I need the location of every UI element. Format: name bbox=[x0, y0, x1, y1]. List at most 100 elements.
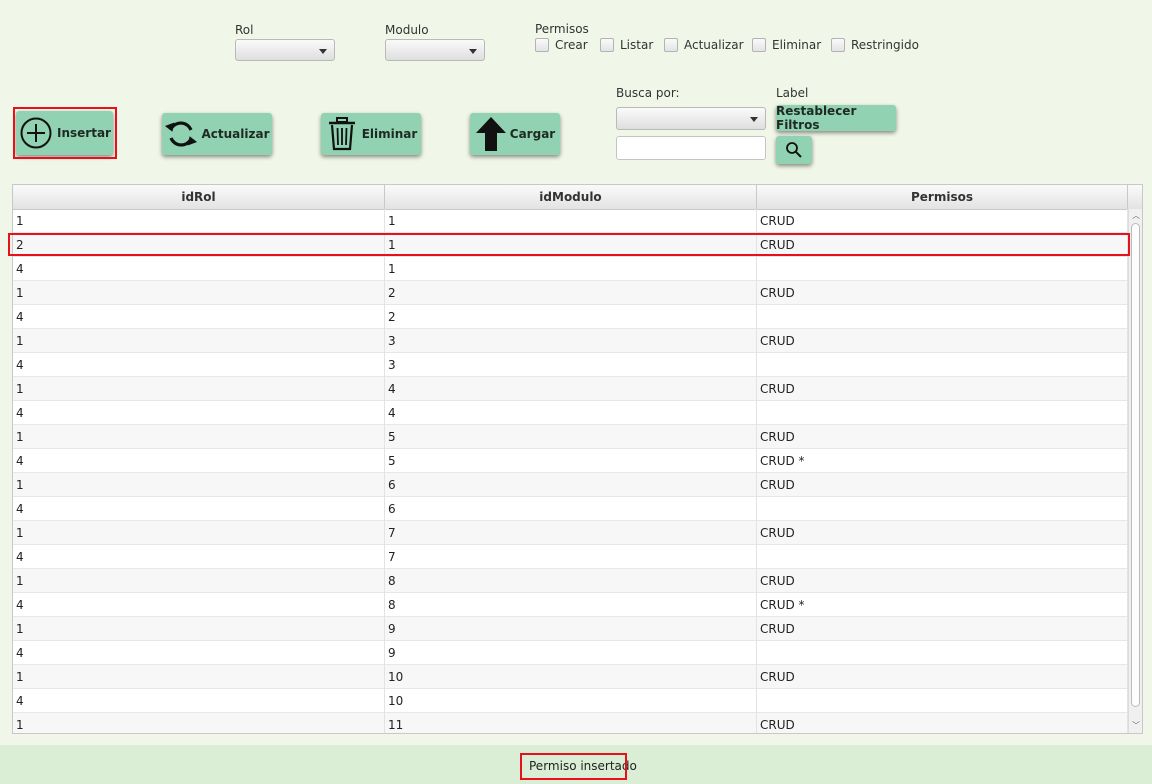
table-cell-idrol: 1 bbox=[13, 329, 385, 353]
restablecer-filtros-button[interactable]: Restablecer Filtros bbox=[776, 104, 896, 132]
actualizar-button[interactable]: Actualizar bbox=[162, 113, 272, 155]
table-cell-permisos: CRUD * bbox=[757, 593, 1128, 617]
table-row[interactable]: 4 8 CRUD * bbox=[13, 593, 1128, 617]
restablecer-label: Restablecer Filtros bbox=[776, 104, 857, 132]
table-cell-permisos bbox=[757, 497, 1128, 521]
table-cell-idmodulo: 7 bbox=[385, 521, 757, 545]
table-row[interactable]: 42 bbox=[13, 305, 1128, 329]
table-row[interactable]: 1 6 CRUD bbox=[13, 473, 1128, 497]
search-input[interactable] bbox=[616, 136, 766, 160]
table-cell-idmodulo: 1 bbox=[385, 209, 757, 233]
table-cell-permisos: CRUD bbox=[757, 713, 1128, 733]
table-cell-idmodulo: 4 bbox=[385, 377, 757, 401]
table-body: 1 1 CRUD 2 1 CRUD 4 1 1 2 CRUD 4 2 1 3 CRUD 4 3 1 4 CRUD 4 4 1 5… bbox=[13, 209, 1128, 733]
permiso-crear-checkbox[interactable]: Crear bbox=[535, 38, 588, 52]
table-row[interactable]: 1 5 CRUD bbox=[13, 425, 1128, 449]
table-row[interactable]: 1 2 CRUD bbox=[13, 281, 1128, 305]
table-cell-permisos bbox=[757, 257, 1128, 281]
table-cell-idmodulo: 1 bbox=[385, 257, 757, 281]
table-cell-permisos: CRUD bbox=[757, 617, 1128, 641]
table-row[interactable]: 41 bbox=[13, 257, 1128, 281]
insertar-label: Insertar bbox=[57, 126, 111, 140]
table-cell-idrol: 4 bbox=[13, 689, 385, 713]
column-header-idmodulo[interactable]: idModulo bbox=[385, 185, 757, 209]
busca-por-select[interactable] bbox=[616, 107, 766, 130]
modulo-label: Modulo bbox=[385, 23, 429, 37]
column-header-idrol[interactable]: idRol bbox=[13, 185, 385, 209]
scroll-up-icon[interactable]: ︿ bbox=[1132, 212, 1140, 220]
table-cell-idmodulo: 5 bbox=[385, 449, 757, 473]
checkbox-box[interactable] bbox=[752, 38, 766, 52]
table-row[interactable]: 1 7 CRUD bbox=[13, 521, 1128, 545]
table-cell-permisos bbox=[757, 545, 1128, 569]
table-row[interactable]: 4 5 CRUD * bbox=[13, 449, 1128, 473]
checkbox-label: Crear bbox=[555, 38, 588, 52]
search-button[interactable] bbox=[776, 136, 812, 164]
table-cell-idrol: 1 bbox=[13, 521, 385, 545]
rol-select[interactable] bbox=[235, 39, 335, 61]
table-cell-idmodulo: 7 bbox=[385, 545, 757, 569]
checkbox-box[interactable] bbox=[535, 38, 549, 52]
checkbox-label: Restringido bbox=[851, 38, 919, 52]
permisos-label: Permisos bbox=[535, 22, 589, 36]
plus-circle-icon bbox=[20, 117, 52, 149]
table-cell-idmodulo: 8 bbox=[385, 569, 757, 593]
status-bar: Permiso insertado bbox=[0, 745, 1152, 784]
column-header-permisos[interactable]: Permisos bbox=[757, 185, 1128, 209]
table-cell-idmodulo: 2 bbox=[385, 305, 757, 329]
table-cell-idrol: 4 bbox=[13, 497, 385, 521]
permiso-actualizar-checkbox[interactable]: Actualizar bbox=[664, 38, 744, 52]
table-cell-idrol: 4 bbox=[13, 257, 385, 281]
table-row[interactable]: 1 3 CRUD bbox=[13, 329, 1128, 353]
scroll-down-icon[interactable]: ﹀ bbox=[1132, 722, 1140, 730]
checkbox-box[interactable] bbox=[664, 38, 678, 52]
arrow-up-icon bbox=[475, 117, 506, 151]
table-row[interactable]: 1 10 CRUD bbox=[13, 665, 1128, 689]
table-cell-permisos bbox=[757, 305, 1128, 329]
insertar-button[interactable]: Insertar bbox=[16, 111, 113, 155]
checkbox-label: Actualizar bbox=[684, 38, 744, 52]
scrollbar-thumb[interactable] bbox=[1131, 223, 1140, 707]
table-row[interactable]: 2 1 CRUD bbox=[13, 233, 1128, 257]
table-cell-permisos: CRUD bbox=[757, 209, 1128, 233]
table-cell-permisos bbox=[757, 641, 1128, 665]
table-row[interactable]: 47 bbox=[13, 545, 1128, 569]
table-cell-idmodulo: 6 bbox=[385, 497, 757, 521]
table-cell-idmodulo: 5 bbox=[385, 425, 757, 449]
table-cell-idmodulo: 10 bbox=[385, 665, 757, 689]
table-cell-idrol: 1 bbox=[13, 473, 385, 497]
table-cell-permisos bbox=[757, 689, 1128, 713]
refresh-icon bbox=[165, 121, 198, 147]
table-cell-idrol: 1 bbox=[13, 713, 385, 733]
table-row[interactable]: 1 1 CRUD bbox=[13, 209, 1128, 233]
table-cell-idmodulo: 8 bbox=[385, 593, 757, 617]
table-row[interactable]: 1 9 CRUD bbox=[13, 617, 1128, 641]
checkbox-box[interactable] bbox=[600, 38, 614, 52]
modulo-select[interactable] bbox=[385, 39, 485, 61]
table-row[interactable]: 44 bbox=[13, 401, 1128, 425]
cargar-label: Cargar bbox=[509, 127, 556, 141]
table-row[interactable]: 49 bbox=[13, 641, 1128, 665]
cargar-button[interactable]: Cargar bbox=[470, 113, 560, 155]
table-cell-idrol: 1 bbox=[13, 617, 385, 641]
table-cell-idrol: 4 bbox=[13, 353, 385, 377]
table-cell-permisos: CRUD bbox=[757, 281, 1128, 305]
eliminar-button[interactable]: Eliminar bbox=[321, 113, 421, 155]
table-cell-idrol: 4 bbox=[13, 593, 385, 617]
table-cell-permisos bbox=[757, 353, 1128, 377]
permiso-eliminar-checkbox[interactable]: Eliminar bbox=[752, 38, 821, 52]
table-row[interactable]: 46 bbox=[13, 497, 1128, 521]
permiso-listar-checkbox[interactable]: Listar bbox=[600, 38, 653, 52]
table-row[interactable]: 1 11 CRUD bbox=[13, 713, 1128, 733]
table-row[interactable]: 1 4 CRUD bbox=[13, 377, 1128, 401]
table-row[interactable]: 1 8 CRUD bbox=[13, 569, 1128, 593]
table-cell-permisos: CRUD bbox=[757, 569, 1128, 593]
table-row[interactable]: 4 10 bbox=[13, 689, 1128, 713]
chevron-down-icon bbox=[319, 49, 327, 54]
table-cell-idrol: 4 bbox=[13, 401, 385, 425]
checkbox-box[interactable] bbox=[831, 38, 845, 52]
permiso-restringido-checkbox[interactable]: Restringido bbox=[831, 38, 919, 52]
vertical-scrollbar[interactable]: ︿ ﹀ bbox=[1128, 209, 1142, 733]
table-cell-idrol: 1 bbox=[13, 377, 385, 401]
table-row[interactable]: 43 bbox=[13, 353, 1128, 377]
